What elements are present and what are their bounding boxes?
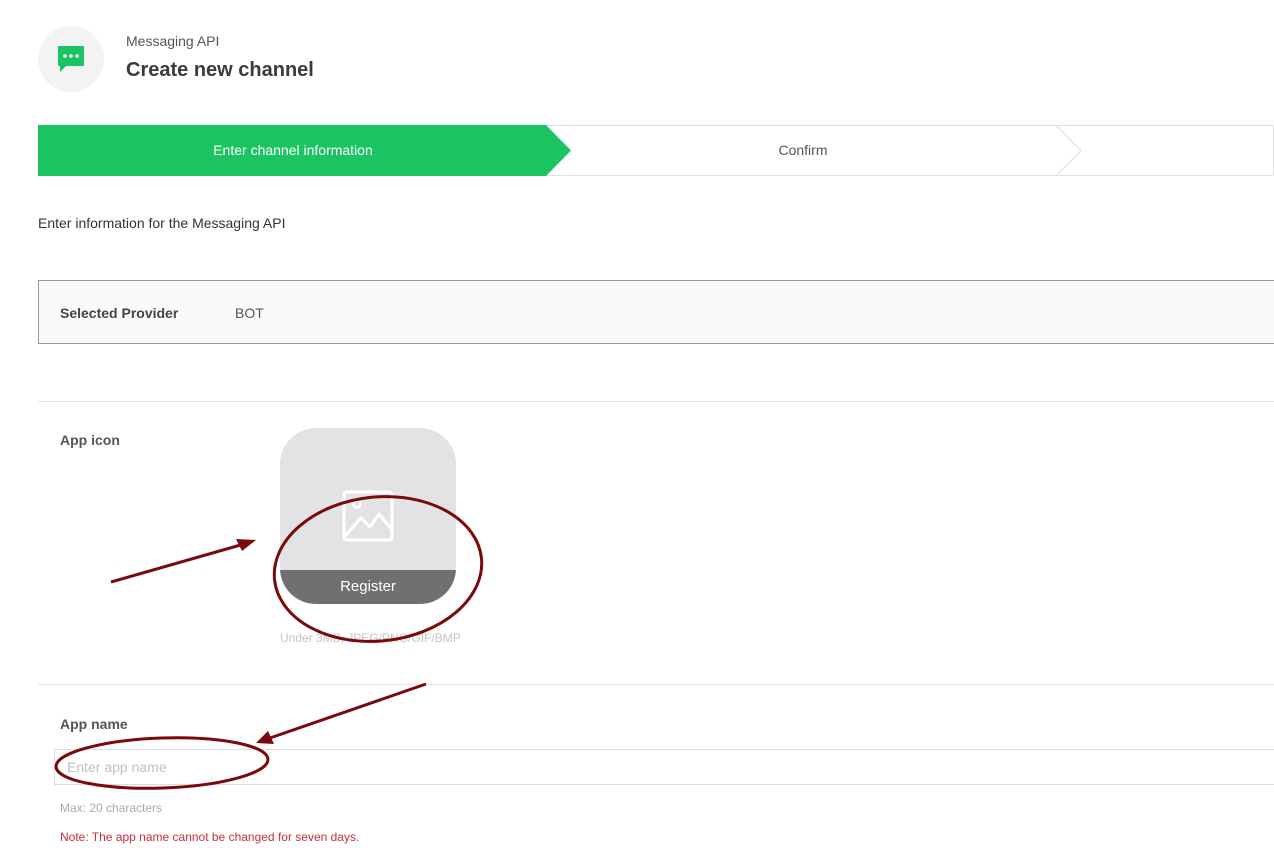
app-name-label: App name: [60, 716, 128, 732]
app-icon-label: App icon: [60, 432, 120, 448]
register-button[interactable]: Register: [280, 570, 456, 604]
provider-label: Selected Provider: [60, 305, 179, 321]
selected-provider-panel: Selected Provider BOT: [38, 280, 1274, 344]
app-icon-hint: Under 3MB, JPEG/PNG/GIF/BMP: [280, 631, 461, 645]
product-subtitle: Messaging API: [126, 33, 220, 49]
annotation-arrow-icon-shaft: [110, 542, 245, 584]
app-name-input[interactable]: [54, 749, 1274, 785]
section-divider: [38, 401, 1274, 402]
app-name-note: Note: The app name cannot be changed for…: [60, 830, 360, 844]
chat-bubble-icon: [58, 46, 84, 72]
annotation-arrow-name-head: [256, 731, 274, 744]
annotation-arrow-name-shaft: [269, 682, 427, 740]
image-placeholder-icon: [342, 490, 394, 542]
app-name-max-hint: Max: 20 characters: [60, 801, 163, 815]
provider-value: BOT: [235, 305, 264, 321]
step-confirm: Confirm: [778, 142, 828, 158]
messaging-api-logo: [38, 26, 104, 92]
page-title: Create new channel: [126, 59, 314, 81]
section-divider: [38, 684, 1274, 685]
step-enter-channel-information: Enter channel information: [213, 142, 373, 158]
intro-text: Enter information for the Messaging API: [38, 215, 286, 231]
annotation-arrow-icon-head: [236, 539, 256, 551]
app-icon-upload-button[interactable]: Register: [280, 428, 456, 604]
progress-stepper: Enter channel information Confirm: [38, 125, 1274, 176]
